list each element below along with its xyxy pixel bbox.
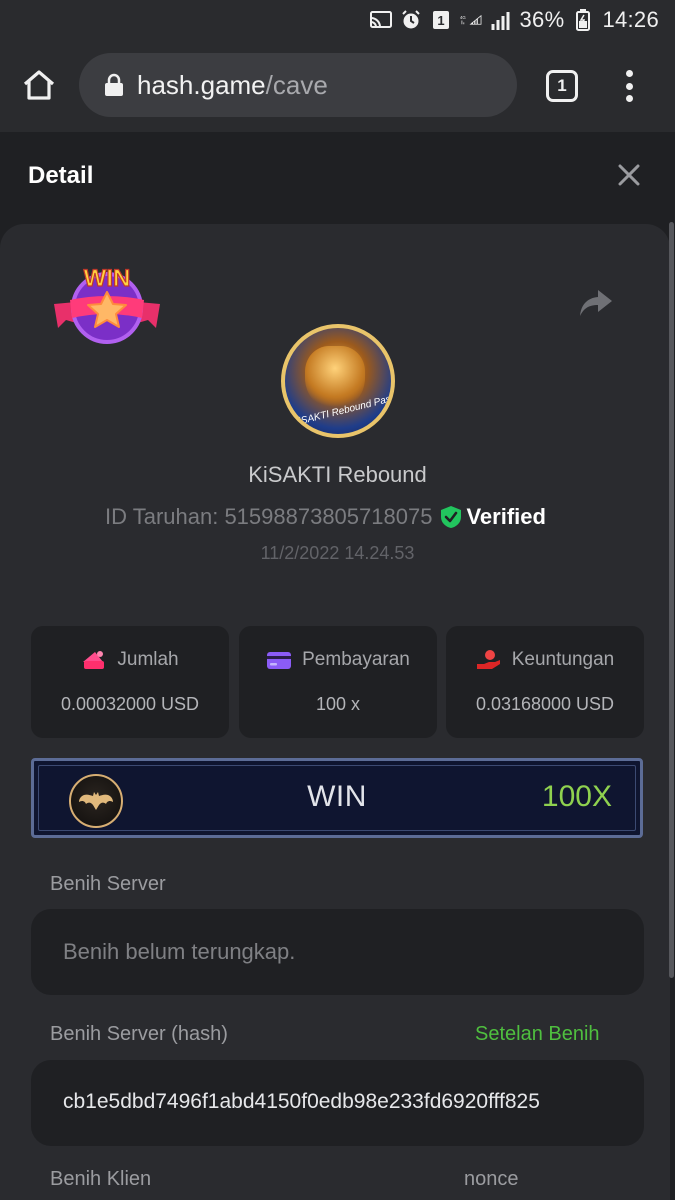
stat-head: Jumlah	[31, 648, 229, 672]
result-bar: WIN 100X	[31, 758, 643, 838]
stat-value: 0.03168000 USD	[475, 694, 615, 714]
win-badge: WIN	[52, 262, 162, 346]
hand-coin-icon	[476, 650, 500, 669]
url-text: hash.game/cave	[137, 69, 328, 101]
home-button[interactable]	[18, 64, 60, 106]
stat-label: Keuntungan	[511, 649, 615, 670]
detail-header: Detail	[0, 132, 675, 224]
status-icons: 1 4G 36% 14:26	[369, 6, 660, 34]
client-seed-label: Benih Klien	[50, 1168, 152, 1190]
bet-datetime: 11/2/2022 14.24.53	[260, 543, 415, 563]
share-button[interactable]	[578, 286, 614, 320]
stat-jumlah: Jumlah 0.00032000 USD	[31, 626, 229, 738]
server-seed-value: Benih belum terungkap.	[63, 939, 296, 964]
tab-switcher-button[interactable]: 1	[546, 70, 578, 102]
server-seed-hash-label: Benih Server (hash)	[50, 1023, 228, 1045]
battery-percent: 36%	[519, 7, 565, 32]
stat-pembayaran: Pembayaran 100 x	[239, 626, 437, 738]
coins-icon	[83, 651, 105, 669]
stat-head: Pembayaran	[239, 648, 437, 672]
server-seed-hash-field[interactable]: cb1e5dbd7496f1abd4150f0edb98e233fd6920ff…	[31, 1060, 644, 1146]
avatar-art	[305, 346, 365, 410]
tab-count: 1	[557, 76, 567, 95]
stat-label: Pembayaran	[302, 649, 410, 670]
url-host: hash.game	[137, 70, 266, 100]
browser-menu-button[interactable]	[616, 66, 642, 106]
stat-head: Keuntungan	[446, 648, 644, 672]
signal-4g-icon: 4G	[460, 10, 482, 30]
close-button[interactable]	[614, 160, 644, 190]
cast-icon	[369, 10, 392, 30]
share-arrow-icon	[580, 290, 612, 316]
verified-label[interactable]: Verified	[466, 504, 545, 530]
status-bar: 1 4G 36% 14:26	[0, 0, 675, 40]
stat-label: Jumlah	[117, 649, 179, 670]
stat-value: 0.00032000 USD	[60, 694, 200, 714]
notification-badge-icon: 1	[430, 10, 452, 30]
menu-dot	[625, 95, 633, 102]
menu-dot	[625, 82, 633, 90]
stat-keuntungan: Keuntungan 0.03168000 USD	[446, 626, 644, 738]
bet-id: ID Taruhan: 515988738057180​75	[105, 504, 433, 529]
verified-shield-icon	[441, 506, 462, 528]
signal-icon	[490, 10, 512, 30]
home-icon	[23, 70, 55, 100]
server-seed-label: Benih Server	[50, 873, 166, 895]
alarm-icon	[400, 10, 422, 30]
clock: 14:26	[602, 7, 659, 32]
address-bar[interactable]: hash.game/cave	[79, 53, 517, 117]
url-path: /cave	[265, 70, 328, 100]
server-seed-hash-value: cb1e5dbd7496f1abd4150f0edb98e233fd6920ff…	[63, 1090, 540, 1113]
menu-dot	[625, 70, 633, 77]
detail-title: Detail	[28, 162, 94, 189]
game-avatar: KiSAKTI Rebound Pass	[281, 324, 395, 438]
stat-value: 100 x	[315, 694, 361, 714]
server-seed-field[interactable]: Benih belum terungkap.	[31, 909, 644, 995]
browser-toolbar: hash.game/cave 1	[0, 40, 675, 132]
svg-text:1: 1	[437, 13, 444, 28]
close-icon	[618, 164, 640, 186]
bet-id-line: ID Taruhan: 515988738057180​75 Verified	[105, 502, 546, 532]
svg-text:4G: 4G	[460, 15, 466, 20]
result-multiplier: 100X	[541, 780, 612, 813]
seed-settings-link[interactable]: Setelan Benih	[475, 1023, 600, 1046]
lock-icon	[105, 73, 123, 96]
game-name: KiSAKTI Rebound	[248, 462, 427, 487]
win-badge-text: WIN	[84, 265, 131, 292]
scrollbar[interactable]	[669, 222, 674, 978]
battery-icon	[572, 9, 594, 31]
card-icon	[267, 652, 292, 669]
nonce-label: nonce	[464, 1168, 519, 1190]
